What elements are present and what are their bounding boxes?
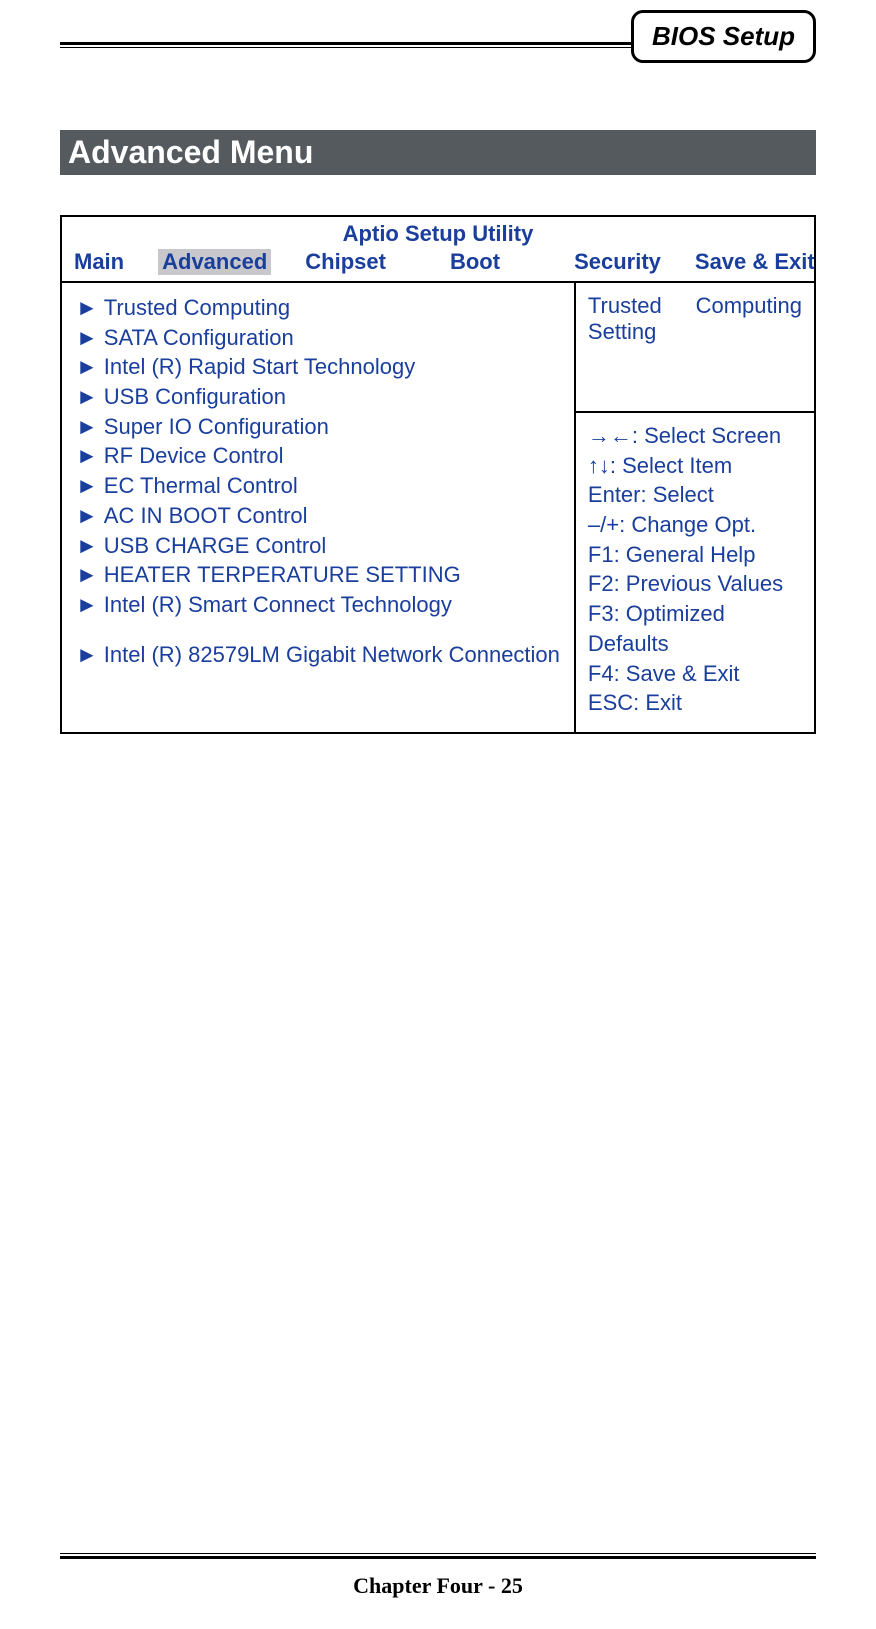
- help-line: F3: Optimized Defaults: [588, 599, 802, 658]
- menu-item-rapid-start[interactable]: ►Intel (R) Rapid Start Technology: [76, 352, 560, 382]
- help-line: –/+: Change Opt.: [588, 510, 802, 540]
- desc-word: Computing: [696, 293, 802, 319]
- submenu-arrow-icon: ►: [76, 354, 98, 379]
- page-footer: Chapter Four - 25: [0, 1573, 876, 1599]
- menu-item-trusted-computing[interactable]: ►Trusted Computing: [76, 293, 560, 323]
- menu-item-super-io[interactable]: ►Super IO Configuration: [76, 412, 560, 442]
- bios-title: Aptio Setup Utility: [62, 217, 814, 249]
- tab-boot[interactable]: Boot: [450, 249, 500, 275]
- menu-item-usb-charge[interactable]: ►USB CHARGE Control: [76, 531, 560, 561]
- item-description: Trusted Computing Setting: [576, 283, 814, 413]
- submenu-arrow-icon: ►: [76, 473, 98, 498]
- menu-item-ac-in-boot[interactable]: ►AC IN BOOT Control: [76, 501, 560, 531]
- menu-item-usb-configuration[interactable]: ►USB Configuration: [76, 382, 560, 412]
- menu-item-label: Trusted Computing: [104, 295, 290, 320]
- tab-save-exit[interactable]: Save & Exit: [695, 249, 815, 275]
- menu-item-label: Intel (R) Rapid Start Technology: [104, 354, 415, 379]
- key-help: →←: Select Screen ↑↓: Select Item Enter:…: [576, 413, 814, 732]
- menu-item-smart-connect[interactable]: ►Intel (R) Smart Connect Technology: [76, 590, 560, 620]
- chapter-badge: BIOS Setup: [631, 10, 816, 63]
- footer-rule: [60, 1553, 816, 1559]
- tab-main[interactable]: Main: [74, 249, 124, 275]
- tab-security[interactable]: Security: [574, 249, 661, 275]
- submenu-arrow-icon: ►: [76, 443, 98, 468]
- submenu-arrow-icon: ►: [76, 533, 98, 558]
- menu-item-label: USB CHARGE Control: [104, 533, 327, 558]
- menu-item-label: EC Thermal Control: [104, 473, 298, 498]
- menu-item-rf-device[interactable]: ►RF Device Control: [76, 441, 560, 471]
- desc-word: Setting: [588, 319, 802, 345]
- help-line: ↑↓: Select Item: [588, 451, 802, 481]
- bios-tabs: Main Advanced Chipset Boot Security Save…: [62, 249, 814, 281]
- submenu-arrow-icon: ►: [76, 562, 98, 587]
- submenu-arrow-icon: ►: [76, 384, 98, 409]
- submenu-arrow-icon: ►: [76, 642, 98, 667]
- help-line: F1: General Help: [588, 540, 802, 570]
- submenu-arrow-icon: ►: [76, 414, 98, 439]
- tab-advanced[interactable]: Advanced: [158, 249, 271, 275]
- submenu-arrow-icon: ►: [76, 503, 98, 528]
- menu-list: ►Trusted Computing ►SATA Configuration ►…: [62, 283, 576, 732]
- menu-item-label: USB Configuration: [104, 384, 286, 409]
- menu-item-label: RF Device Control: [104, 443, 284, 468]
- menu-item-ec-thermal[interactable]: ►EC Thermal Control: [76, 471, 560, 501]
- menu-item-label: HEATER TERPERATURE SETTING: [104, 562, 461, 587]
- help-line: F2: Previous Values: [588, 569, 802, 599]
- menu-item-label: SATA Configuration: [104, 325, 294, 350]
- submenu-arrow-icon: ►: [76, 325, 98, 350]
- menu-item-label: Intel (R) 82579LM Gigabit Network Connec…: [104, 642, 560, 667]
- help-line: Enter: Select: [588, 480, 802, 510]
- tab-chipset[interactable]: Chipset: [305, 249, 386, 275]
- help-line: F4: Save & Exit: [588, 659, 802, 689]
- section-title: Advanced Menu: [60, 130, 816, 175]
- menu-item-label: AC IN BOOT Control: [104, 503, 308, 528]
- desc-word: Trusted: [588, 293, 662, 319]
- menu-item-heater-temperature[interactable]: ►HEATER TERPERATURE SETTING: [76, 560, 560, 590]
- help-line: ESC: Exit: [588, 688, 802, 718]
- menu-item-82579lm-network[interactable]: ►Intel (R) 82579LM Gigabit Network Conne…: [76, 640, 560, 670]
- menu-item-sata-configuration[interactable]: ►SATA Configuration: [76, 323, 560, 353]
- bios-panel: Aptio Setup Utility Main Advanced Chipse…: [60, 215, 816, 734]
- menu-item-label: Intel (R) Smart Connect Technology: [104, 592, 452, 617]
- submenu-arrow-icon: ►: [76, 592, 98, 617]
- help-line: →←: Select Screen: [588, 421, 802, 451]
- menu-item-label: Super IO Configuration: [104, 414, 329, 439]
- submenu-arrow-icon: ►: [76, 295, 98, 320]
